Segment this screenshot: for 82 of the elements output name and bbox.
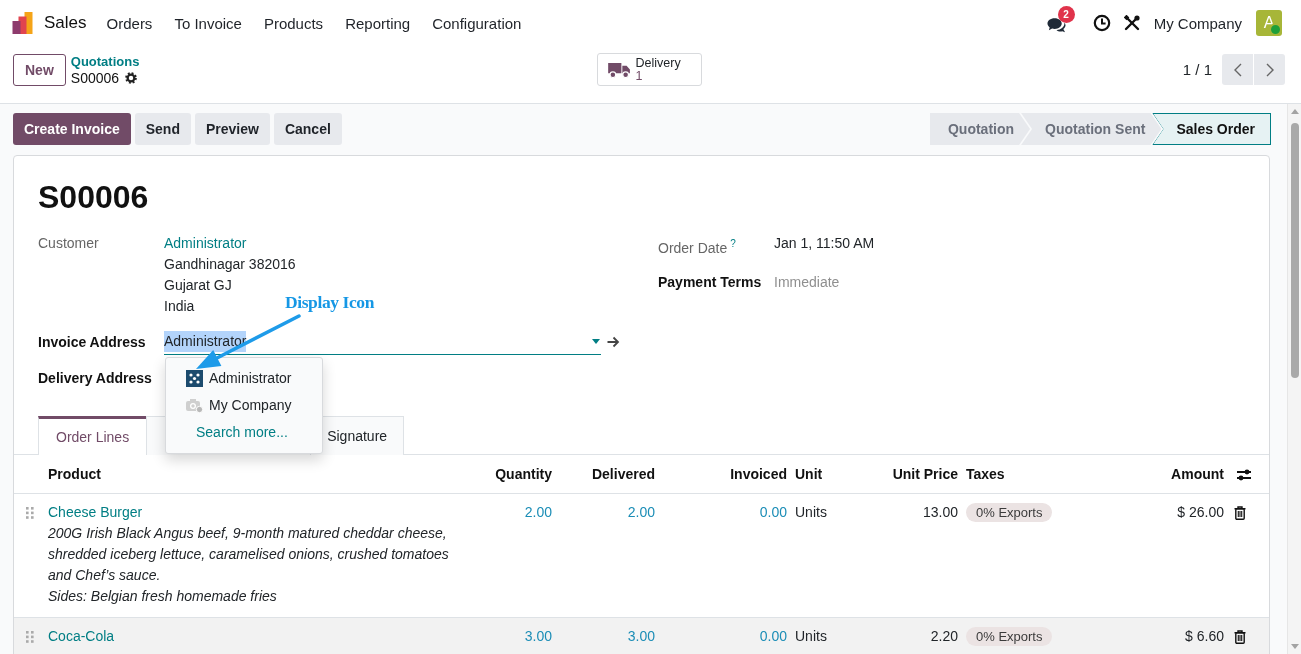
drag-handle-icon[interactable]: [26, 507, 34, 519]
table-cell: $ 6.60: [1140, 617, 1228, 654]
dropdown-item[interactable]: My Company: [166, 392, 322, 419]
table-cell: Units: [791, 617, 862, 654]
scrollbar-thumb[interactable]: [1290, 123, 1299, 378]
action-button[interactable]: Preview: [194, 113, 270, 145]
customer-link[interactable]: Administrator: [164, 233, 247, 254]
field-label: Payment Terms: [658, 272, 763, 292]
invoice-address-field[interactable]: Administrator: [164, 329, 601, 355]
tax-tag: 0% Exports: [966, 627, 1053, 646]
action-button[interactable]: Create Invoice: [13, 113, 131, 145]
table-cell: Units: [791, 493, 862, 618]
product-description: 200G Irish Black Angus beef, 9-month matured cheddar cheese, shredded iceberg lettuce, caramelised onions, crushed tomatoes and Chef’s sauce. Sides: Belgian fresh homemade fries: [48, 524, 449, 606]
table-cell: 2.00: [456, 493, 556, 618]
chevron-left-icon: [1233, 62, 1242, 77]
camera-icon: [186, 398, 203, 413]
drag-handle-icon[interactable]: [26, 631, 34, 643]
column-header[interactable]: Amount: [1140, 455, 1228, 494]
field-label: Order Date$^{?}$: [658, 237, 737, 258]
app-name[interactable]: Sales: [44, 13, 87, 33]
menu-item[interactable]: Orders: [95, 14, 164, 32]
column-header[interactable]: Unit Price: [862, 455, 962, 494]
column-header[interactable]: Quantity: [456, 455, 556, 494]
column-header[interactable]: Product: [44, 455, 456, 494]
status-step[interactable]: Quotation: [929, 113, 1031, 145]
chat-icon[interactable]: [1046, 17, 1066, 33]
payment-terms-field[interactable]: Immediate: [774, 271, 1074, 293]
address-line: Gandhinagar 382016: [164, 255, 296, 274]
product-link[interactable]: Coca-Cola: [48, 626, 115, 647]
address-line: India: [164, 297, 195, 316]
delete-icon[interactable]: [1234, 506, 1246, 520]
table-cell: 13.00: [862, 493, 962, 618]
truck-icon: [607, 61, 631, 78]
tools-icon[interactable]: [1123, 15, 1140, 31]
tax-tag: 0% Exports: [966, 503, 1053, 522]
clock-icon[interactable]: [1092, 14, 1111, 32]
message-count-badge: 2: [1057, 6, 1075, 23]
table-row[interactable]: Coca-Cola 3.00 3.00 0.00 Units 2.20 0% Exports $ 6.60: [14, 617, 1269, 654]
arrow-right-icon[interactable]: [607, 336, 620, 348]
action-button[interactable]: Send: [134, 113, 191, 145]
column-settings-icon[interactable]: [1236, 468, 1252, 483]
table-cell: 0.00: [659, 617, 791, 654]
status-step[interactable]: Sales Order: [1152, 113, 1271, 145]
table-cell: $ 26.00: [1140, 493, 1228, 618]
table-cell: 2.00: [556, 493, 659, 618]
breadcrumb-current: S00006: [70, 70, 120, 86]
column-header[interactable]: Unit: [791, 455, 862, 494]
action-button[interactable]: Cancel: [273, 113, 342, 145]
product-link[interactable]: Cheese Burger: [48, 502, 143, 523]
menu-item[interactable]: Reporting: [334, 14, 422, 32]
menu-item[interactable]: Products: [252, 14, 335, 32]
new-button[interactable]: New: [13, 54, 66, 86]
menu-item[interactable]: Configuration: [421, 14, 533, 32]
column-header[interactable]: Delivered: [556, 455, 659, 494]
dotted-tile-icon: [186, 370, 203, 387]
scrollbar[interactable]: [1287, 104, 1301, 654]
caret-icon[interactable]: [592, 339, 600, 344]
delivery-smart-button[interactable]: Delivery 1: [596, 53, 702, 86]
column-header[interactable]: Invoiced: [659, 455, 791, 494]
field-label: Customer: [38, 234, 100, 253]
delete-icon[interactable]: [1234, 630, 1246, 644]
record-title: S00006: [38, 178, 149, 217]
breadcrumb-link[interactable]: Quotations: [70, 54, 140, 70]
tab[interactable]: Order Lines: [38, 416, 148, 455]
order-date-value: Jan 1, 11:50 AM: [774, 234, 875, 253]
field-label: Invoice Address: [38, 332, 147, 352]
table-cell: 3.00: [556, 617, 659, 654]
app-logo-icon[interactable]: [12, 11, 33, 34]
table-cell: 0.00: [659, 493, 791, 618]
column-header[interactable]: Taxes: [962, 455, 1140, 494]
table-cell: 3.00: [456, 617, 556, 654]
table-cell: 2.20: [862, 617, 962, 654]
status-step[interactable]: Quotation Sent: [1021, 113, 1162, 145]
company-switcher[interactable]: My Company: [1153, 14, 1242, 32]
dropdown-item[interactable]: Administrator: [166, 365, 322, 392]
chevron-right-icon: [1265, 62, 1274, 77]
address-line: Gujarat GJ: [164, 276, 232, 295]
field-label: Delivery Address: [38, 369, 153, 388]
settings-icon[interactable]: [125, 72, 138, 84]
annotation-label: Display Icon: [285, 292, 375, 313]
menu-item[interactable]: To Invoice: [163, 14, 253, 32]
pager-value[interactable]: 1 / 1: [1182, 61, 1212, 78]
